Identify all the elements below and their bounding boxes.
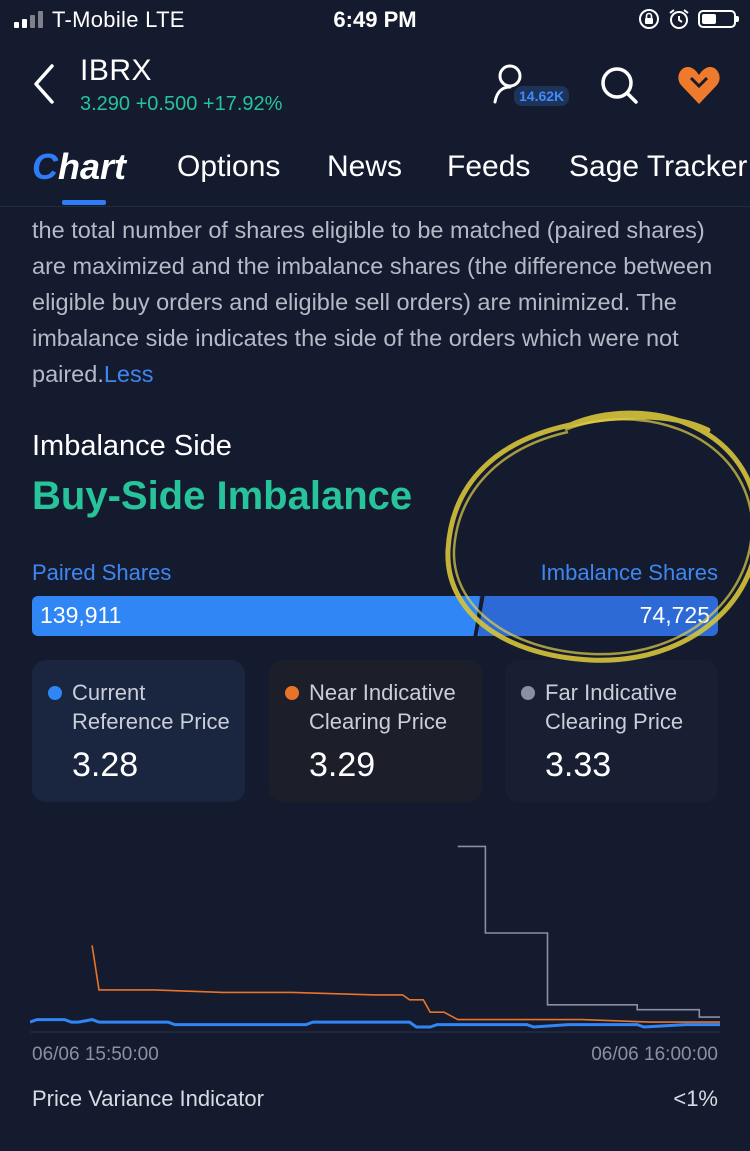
followers-button[interactable]: 14.62K bbox=[492, 62, 572, 110]
price-variance-label: Price Variance Indicator bbox=[32, 1086, 264, 1111]
tab-chart[interactable]: Chart bbox=[32, 146, 126, 188]
imbalance-price-chart bbox=[30, 845, 720, 1033]
chart-end-time: 06/06 16:00:00 bbox=[591, 1044, 718, 1065]
followers-count: 14.62K bbox=[514, 86, 570, 106]
imbalance-side-label: Imbalance Side bbox=[32, 430, 232, 462]
ticker-symbol: IBRX bbox=[80, 54, 153, 87]
imbalance-shares-label: Imbalance Shares bbox=[540, 560, 718, 585]
active-tab-indicator bbox=[62, 200, 106, 205]
imbalance-shares-value: 74,725 bbox=[639, 602, 710, 628]
back-arrow-icon[interactable] bbox=[30, 62, 60, 106]
far-indicative-dot bbox=[521, 686, 535, 700]
tab-chart-label: hart bbox=[58, 146, 127, 187]
less-link[interactable]: Less bbox=[104, 361, 154, 387]
tab-bar: Chart Options News Feeds Sage Tracker bbox=[0, 146, 750, 207]
heart-icon[interactable] bbox=[676, 62, 722, 108]
tab-feeds[interactable]: Feeds bbox=[447, 150, 530, 184]
current-reference-price-card: Current Reference Price 3.28 bbox=[32, 660, 245, 802]
status-bar: T-Mobile LTE 6:49 PM bbox=[0, 0, 750, 40]
system-icons bbox=[638, 8, 739, 30]
far-indicative-price-value: 3.33 bbox=[545, 746, 612, 784]
alarm-icon bbox=[669, 9, 689, 29]
rotation-lock-icon bbox=[639, 9, 659, 29]
card-label-line2: Clearing Price bbox=[545, 709, 684, 734]
card-label-line2: Clearing Price bbox=[309, 709, 448, 734]
tab-news[interactable]: News bbox=[327, 150, 402, 184]
chart-start-time: 06/06 15:50:00 bbox=[32, 1044, 159, 1065]
far-indicative-line bbox=[457, 845, 720, 1018]
current-reference-price-value: 3.28 bbox=[72, 746, 139, 784]
price-variance-value: <1% bbox=[673, 1086, 718, 1111]
tab-options[interactable]: Options bbox=[177, 150, 280, 184]
paired-shares-label: Paired Shares bbox=[32, 560, 172, 585]
imbalance-side-value: Buy-Side Imbalance bbox=[32, 474, 413, 518]
far-indicative-price-card: Far Indicative Clearing Price 3.33 bbox=[505, 660, 718, 802]
card-label-line1: Near Indicative bbox=[309, 680, 456, 705]
card-label-line1: Current bbox=[72, 680, 146, 705]
stock-quote: 3.290 +0.500 +17.92% bbox=[80, 93, 283, 115]
near-indicative-line bbox=[91, 945, 720, 1023]
card-label-line1: Far Indicative bbox=[545, 680, 678, 705]
near-indicative-price-value: 3.29 bbox=[309, 746, 376, 784]
paired-shares-value: 139,911 bbox=[40, 602, 122, 628]
card-label-line2: Reference Price bbox=[72, 709, 230, 734]
current-reference-dot bbox=[48, 686, 62, 700]
shares-bar-labels: Paired Shares Imbalance Shares bbox=[32, 560, 718, 586]
near-indicative-price-card: Near Indicative Clearing Price 3.29 bbox=[269, 660, 482, 802]
near-indicative-dot bbox=[285, 686, 299, 700]
shares-bar: 139,911 74,725 bbox=[32, 596, 718, 636]
tab-sage-tracker[interactable]: Sage Tracker bbox=[569, 150, 747, 184]
search-icon[interactable] bbox=[598, 64, 642, 108]
battery-icon bbox=[698, 10, 739, 28]
highlight-annotation bbox=[445, 410, 750, 663]
imbalance-description: the total number of shares eligible to b… bbox=[32, 212, 722, 392]
